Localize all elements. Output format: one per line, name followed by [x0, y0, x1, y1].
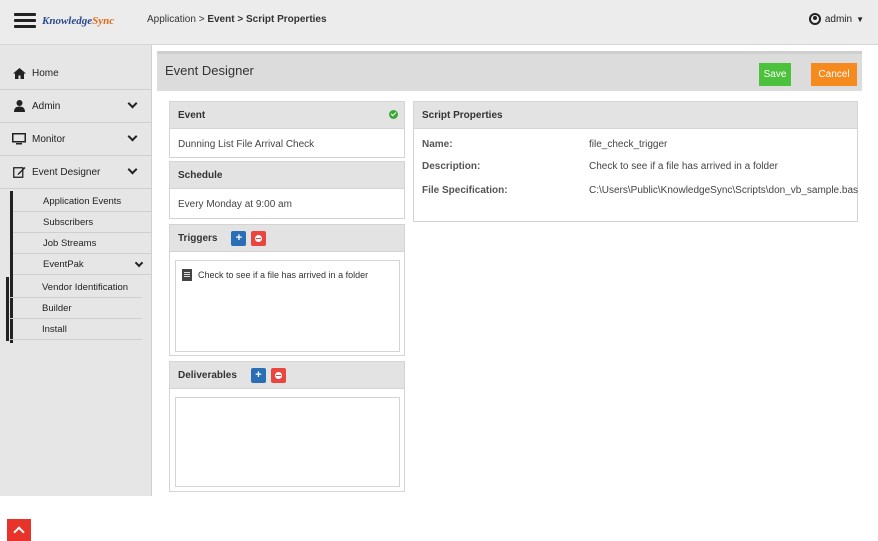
- user-circle-icon: [808, 13, 821, 25]
- monitor-icon: [12, 133, 26, 145]
- schedule-value[interactable]: Every Monday at 9:00 am: [170, 189, 404, 220]
- sidebar-item-eventpak[interactable]: EventPak: [13, 254, 152, 275]
- chevron-down-icon: [134, 258, 144, 268]
- chevron-down-icon: [127, 131, 138, 142]
- sidebar-item-label: Vendor Identification: [42, 281, 129, 293]
- sidebar-item-builder[interactable]: Builder: [9, 298, 142, 319]
- property-value: file_check_trigger: [589, 139, 668, 150]
- add-deliverable-button[interactable]: +: [250, 367, 266, 383]
- deliverables-list: [175, 397, 400, 487]
- menu-icon[interactable]: [14, 13, 36, 29]
- logo-text: Knowledge: [42, 15, 93, 27]
- property-label: Name:: [422, 139, 453, 150]
- check-circle-icon: [389, 110, 398, 119]
- chevron-down-icon: [127, 98, 138, 109]
- triggers-panel: Triggers + Check to see if a file has ar…: [169, 224, 405, 356]
- sidebar-item-vendor-identification[interactable]: Vendor Identification: [9, 277, 142, 298]
- logo-accent: Sync: [92, 15, 115, 27]
- sidebar-item-label: Builder: [42, 302, 72, 314]
- panel-title: Schedule: [178, 169, 223, 181]
- property-label: Description:: [422, 161, 481, 172]
- triggers-list: Check to see if a file has arrived in a …: [175, 260, 400, 352]
- property-value: C:\Users\Public\KnowledgeSync\Scripts\do…: [589, 185, 859, 196]
- event-name[interactable]: Dunning List File Arrival Check: [170, 129, 404, 160]
- panel-title: Deliverables: [178, 369, 237, 381]
- add-trigger-button[interactable]: +: [231, 230, 247, 246]
- sidebar-item-event-designer[interactable]: Event Designer: [0, 156, 152, 189]
- property-row-file-specification: File Specification: C:\Users\Public\Know…: [414, 185, 859, 199]
- scroll-to-top-button[interactable]: [7, 519, 31, 541]
- schedule-panel-header: Schedule: [170, 162, 404, 189]
- list-item[interactable]: Check to see if a file has arrived in a …: [182, 269, 368, 281]
- sidebar-item-job-streams[interactable]: Job Streams: [13, 233, 152, 254]
- sidebar-item-monitor[interactable]: Monitor: [0, 123, 152, 156]
- panel-title: Triggers: [178, 232, 218, 244]
- caret-down-icon: ▼: [856, 14, 864, 24]
- chevron-down-icon: [127, 164, 138, 175]
- sidebar-item-install[interactable]: Install: [9, 319, 142, 340]
- breadcrumb-separator: >: [237, 14, 244, 25]
- breadcrumb: Application > Event > Script Properties: [147, 14, 327, 25]
- sidebar: Home Admin Monitor Event Designer Applic…: [0, 45, 152, 541]
- sidebar-item-label: Application Events: [43, 195, 122, 207]
- sidebar-item-label: EventPak: [43, 258, 84, 270]
- sidebar-item-application-events[interactable]: Application Events: [13, 191, 152, 212]
- property-label: File Specification:: [422, 185, 508, 196]
- triggers-panel-header: Triggers +: [170, 225, 404, 252]
- user-name: admin: [824, 13, 853, 25]
- sidebar-item-label: Admin: [32, 100, 61, 112]
- sidebar-item-label: Monitor: [32, 133, 66, 145]
- breadcrumb-current: Script Properties: [245, 14, 327, 25]
- sidebar-item-label: Job Streams: [43, 237, 97, 249]
- remove-trigger-button[interactable]: [251, 230, 267, 246]
- sidebar-item-admin[interactable]: Admin: [0, 90, 152, 123]
- sidebar-item-label: Subscribers: [43, 216, 94, 228]
- property-row-description: Description: Check to see if a file has …: [414, 161, 859, 175]
- panel-title: Script Properties: [422, 109, 503, 121]
- script-icon: [182, 269, 192, 281]
- save-button[interactable]: Save: [759, 63, 791, 86]
- home-icon: [12, 67, 26, 79]
- sidebar-item-home[interactable]: Home: [0, 57, 152, 90]
- event-panel: Event Dunning List File Arrival Check: [169, 101, 405, 158]
- deliverables-panel: Deliverables +: [169, 361, 405, 492]
- event-panel-header: Event: [170, 102, 404, 129]
- breadcrumb-separator: >: [198, 14, 205, 25]
- property-row-name: Name: file_check_trigger: [414, 139, 859, 153]
- schedule-panel: Schedule Every Monday at 9:00 am: [169, 161, 405, 219]
- panel-title: Event: [178, 109, 206, 121]
- script-properties-header: Script Properties: [414, 102, 857, 129]
- cancel-button[interactable]: Cancel: [811, 63, 857, 86]
- edit-icon: [12, 166, 26, 178]
- deliverables-panel-header: Deliverables +: [170, 362, 404, 389]
- breadcrumb-root[interactable]: Application: [147, 14, 196, 25]
- trigger-label: Check to see if a file has arrived in a …: [198, 270, 369, 280]
- user-menu[interactable]: admin ▼: [808, 13, 864, 25]
- page-title: Event Designer: [165, 63, 254, 78]
- script-properties-panel: Script Properties Name: file_check_trigg…: [413, 101, 858, 222]
- remove-deliverable-button[interactable]: [270, 367, 286, 383]
- app-logo[interactable]: KnowledgeSync: [42, 15, 114, 27]
- sidebar-item-label: Home: [32, 67, 59, 79]
- minus-circle-icon: [255, 234, 263, 242]
- property-value: Check to see if a file has arrived in a …: [589, 161, 778, 172]
- sidebar-item-subscribers[interactable]: Subscribers: [13, 212, 152, 233]
- page-header: Event Designer Save Cancel: [157, 51, 862, 91]
- minus-circle-icon: [274, 371, 282, 379]
- sidebar-item-label: Install: [42, 323, 67, 335]
- user-icon: [12, 100, 26, 112]
- sidebar-item-label: Event Designer: [32, 166, 101, 178]
- eventpak-submenu: Vendor Identification Builder Install: [6, 277, 142, 341]
- breadcrumb-event[interactable]: Event: [207, 14, 234, 25]
- top-bar: KnowledgeSync Application > Event > Scri…: [0, 0, 878, 45]
